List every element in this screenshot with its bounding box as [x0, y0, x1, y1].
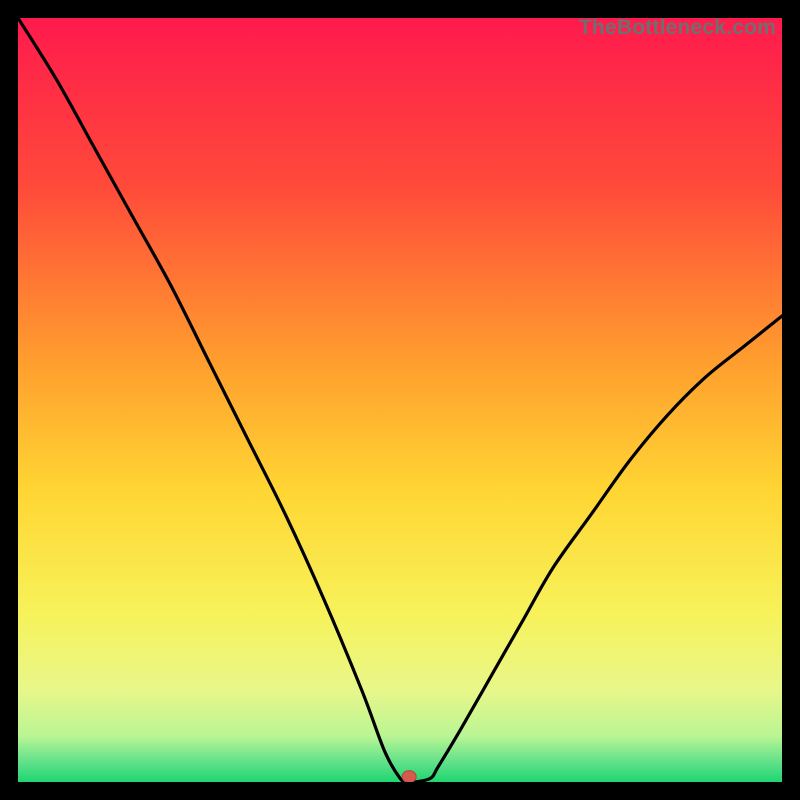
- bottleneck-chart: [18, 18, 782, 782]
- chart-frame: TheBottleneck.com: [18, 18, 782, 782]
- optimal-point-marker: [402, 771, 416, 782]
- watermark-text: TheBottleneck.com: [579, 16, 776, 40]
- gradient-background: [18, 18, 782, 782]
